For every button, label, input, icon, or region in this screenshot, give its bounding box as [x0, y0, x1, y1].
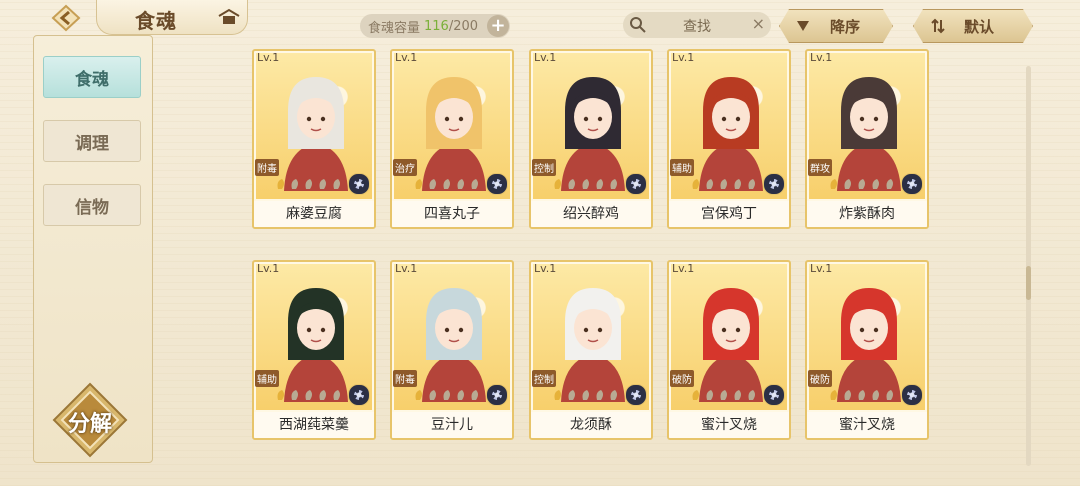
card-role-badge: 控制 — [532, 370, 556, 387]
page-title: 食魂 — [135, 9, 177, 33]
character-figure — [422, 288, 486, 402]
card-name: 四喜丸子 — [392, 201, 512, 227]
sort-default-label: 默认 — [964, 18, 995, 36]
card-role-badge: 附毒 — [255, 159, 279, 176]
search-placeholder: 查找 — [683, 19, 711, 35]
character-figure — [699, 288, 763, 402]
element-emblem-icon — [348, 384, 370, 406]
card-role-badge: 破防 — [670, 370, 694, 387]
card-level: Lv.1 — [534, 51, 557, 64]
capacity-label: 食魂容量 — [368, 20, 421, 36]
element-emblem-icon — [763, 384, 785, 406]
back-button[interactable] — [38, 2, 94, 34]
star-rating-icon — [415, 179, 478, 189]
card-level: Lv.1 — [672, 51, 695, 64]
sort-default-button[interactable]: 默认 — [913, 9, 1033, 43]
capacity-total: /200 — [448, 18, 479, 34]
search-icon — [630, 17, 646, 33]
card-name: 麻婆豆腐 — [254, 201, 374, 227]
element-emblem-icon — [901, 384, 923, 406]
card-name: 蜜汁叉烧 — [807, 412, 927, 438]
card-role-badge: 治疗 — [393, 159, 417, 176]
card-level: Lv.1 — [672, 262, 695, 275]
card-level: Lv.1 — [810, 51, 833, 64]
sidebar-item-food-souls[interactable]: 食魂 — [43, 56, 141, 98]
element-emblem-icon — [348, 173, 370, 195]
card-role-badge: 辅助 — [670, 159, 694, 176]
card-name: 宫保鸡丁 — [669, 201, 789, 227]
character-figure — [699, 77, 763, 191]
capacity-display: 食魂容量 116 /200 + — [360, 14, 510, 38]
card-level: Lv.1 — [534, 262, 557, 275]
back-arrow-icon — [51, 4, 81, 32]
star-rating-icon — [830, 390, 893, 400]
top-bar: 食魂 食魂容量 116 /200 + 查找 × 降序 默认 — [0, 0, 1080, 48]
character-figure — [837, 77, 901, 191]
element-emblem-icon — [486, 384, 508, 406]
card-role-badge: 破防 — [808, 370, 832, 387]
food-soul-card[interactable]: Lv.1 群攻炸紫酥肉 — [805, 49, 929, 229]
star-rating-icon — [692, 390, 755, 400]
card-name: 西湖莼菜羹 — [254, 412, 374, 438]
food-soul-card[interactable]: Lv.1 破防蜜汁叉烧 — [805, 260, 929, 440]
character-figure — [284, 288, 348, 402]
swap-icon — [930, 18, 946, 34]
food-soul-card[interactable]: Lv.1 治疗四喜丸子 — [390, 49, 514, 229]
star-rating-icon — [692, 179, 755, 189]
food-soul-card[interactable]: Lv.1 附毒麻婆豆腐 — [252, 49, 376, 229]
card-level: Lv.1 — [395, 51, 418, 64]
element-emblem-icon — [625, 173, 647, 195]
star-rating-icon — [415, 390, 478, 400]
element-emblem-icon — [625, 384, 647, 406]
sidebar-item-tokens[interactable]: 信物 — [43, 184, 141, 226]
clear-search-icon[interactable]: × — [752, 14, 765, 33]
card-level: Lv.1 — [257, 262, 280, 275]
character-figure — [561, 77, 625, 191]
character-figure — [561, 288, 625, 402]
card-level: Lv.1 — [257, 51, 280, 64]
card-level: Lv.1 — [395, 262, 418, 275]
character-figure — [422, 77, 486, 191]
scrollbar[interactable] — [1026, 66, 1031, 466]
card-name: 炸紫酥肉 — [807, 201, 927, 227]
card-role-badge: 控制 — [532, 159, 556, 176]
food-soul-card[interactable]: Lv.1 附毒豆汁儿 — [390, 260, 514, 440]
card-role-badge: 辅助 — [255, 370, 279, 387]
star-rating-icon — [277, 390, 340, 400]
card-name: 龙须酥 — [531, 412, 651, 438]
star-rating-icon — [277, 179, 340, 189]
food-soul-card[interactable]: Lv.1 破防蜜汁叉烧 — [667, 260, 791, 440]
star-rating-icon — [830, 179, 893, 189]
sidebar-item-condition[interactable]: 调理 — [43, 120, 141, 162]
decompose-label: 分解 — [67, 411, 112, 437]
decompose-button[interactable]: 分解 — [50, 380, 130, 460]
element-emblem-icon — [486, 173, 508, 195]
food-soul-card[interactable]: Lv.1 控制绍兴醉鸡 — [529, 49, 653, 229]
card-name: 豆汁儿 — [392, 412, 512, 438]
card-name: 绍兴醉鸡 — [531, 201, 651, 227]
star-rating-icon — [554, 179, 617, 189]
capacity-add-button[interactable]: + — [487, 15, 509, 37]
triangle-down-icon — [796, 20, 810, 32]
food-soul-card[interactable]: Lv.1 辅助宫保鸡丁 — [667, 49, 791, 229]
card-role-badge: 附毒 — [393, 370, 417, 387]
element-emblem-icon — [901, 173, 923, 195]
title-tab: 食魂 — [96, 0, 248, 35]
star-rating-icon — [554, 390, 617, 400]
food-soul-card[interactable]: Lv.1 辅助西湖莼菜羹 — [252, 260, 376, 440]
card-name: 蜜汁叉烧 — [669, 412, 789, 438]
card-role-badge: 群攻 — [808, 159, 832, 176]
food-soul-card[interactable]: Lv.1 控制龙须酥 — [529, 260, 653, 440]
scrollbar-thumb[interactable] — [1026, 266, 1031, 300]
capacity-count: 116 — [424, 18, 449, 34]
character-figure — [284, 77, 348, 191]
sort-order-label: 降序 — [830, 18, 861, 36]
sort-order-button[interactable]: 降序 — [779, 9, 893, 43]
card-level: Lv.1 — [810, 262, 833, 275]
search-input[interactable]: 查找 × — [623, 12, 771, 38]
character-figure — [837, 288, 901, 402]
element-emblem-icon — [763, 173, 785, 195]
home-icon[interactable] — [217, 8, 241, 26]
